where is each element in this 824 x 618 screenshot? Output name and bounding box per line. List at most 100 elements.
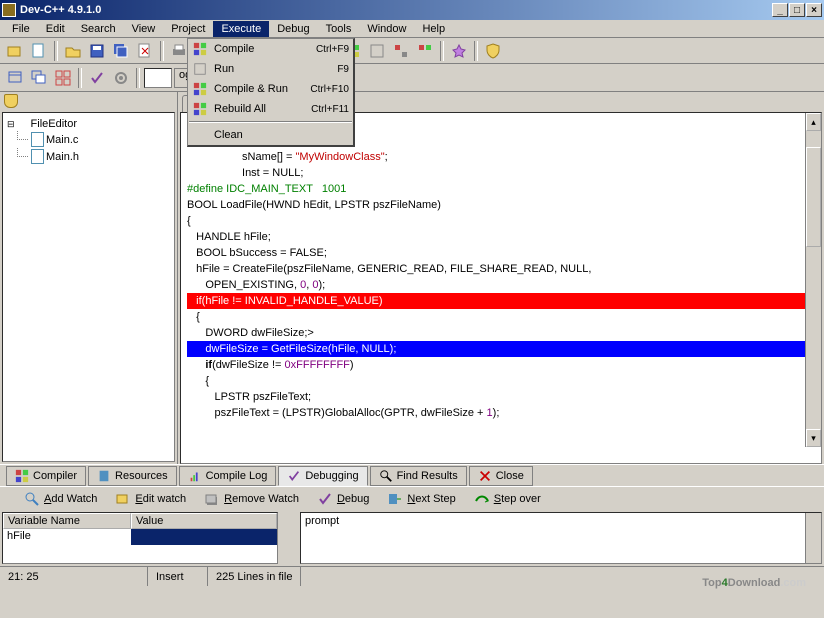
tree-file[interactable]: Main.c	[7, 131, 170, 148]
debug-btn-icon	[24, 491, 40, 507]
menu-debug[interactable]: Debug	[269, 21, 317, 37]
watermark: Top4Download.com	[702, 566, 806, 592]
watch-header-value[interactable]: Value	[131, 513, 277, 529]
tree-root[interactable]: FileEditor	[7, 117, 170, 131]
code-line: if(hFile != INVALID_HANDLE_VALUE)	[187, 293, 815, 309]
menuitem-compile[interactable]: CompileCtrl+F9	[188, 39, 353, 59]
goto-input[interactable]	[144, 68, 172, 88]
tab-icon	[188, 469, 202, 483]
menu-help[interactable]: Help	[414, 21, 453, 37]
code-line: BOOL bSuccess = FALSE;	[187, 245, 815, 261]
bottom-tab-compile-log[interactable]: Compile Log	[179, 466, 277, 486]
tab-icon	[97, 469, 111, 483]
tile-icon[interactable]	[52, 67, 74, 89]
debug-debug-button[interactable]: Debug	[313, 489, 373, 509]
shield-small-icon	[4, 94, 18, 108]
watch-table[interactable]: Variable Name Value hFile	[2, 512, 278, 564]
menuitem-clean[interactable]: Clean	[188, 125, 353, 145]
menu-view[interactable]: View	[124, 21, 164, 37]
menu-search[interactable]: Search	[73, 21, 124, 37]
bottom-tab-compiler[interactable]: Compiler	[6, 466, 86, 486]
sidebar: FileEditor Main.cMain.h	[0, 92, 178, 464]
windows-icon[interactable]	[28, 67, 50, 89]
menu-project[interactable]: Project	[163, 21, 213, 37]
prompt-scrollbar[interactable]	[805, 513, 821, 563]
code-line: {	[187, 309, 815, 325]
debug-next-step-button[interactable]: Next Step	[383, 489, 459, 509]
rebuild-icon[interactable]	[414, 40, 436, 62]
debug-icon[interactable]	[448, 40, 470, 62]
prompt-box[interactable]: prompt	[300, 512, 822, 564]
menu-execute[interactable]: Execute	[213, 21, 269, 37]
rebuild-icon	[192, 101, 208, 117]
close-button[interactable]: ×	[806, 3, 822, 17]
debug-remove-watch-button[interactable]: Remove Watch	[200, 489, 303, 509]
save-icon[interactable]	[86, 40, 108, 62]
menuitem-run[interactable]: RunF9	[188, 59, 353, 79]
close-file-icon[interactable]	[134, 40, 156, 62]
run-icon[interactable]	[366, 40, 388, 62]
code-line: HANDLE hFile;	[187, 229, 815, 245]
code-line: OPEN_EXISTING, 0, 0);	[187, 277, 815, 293]
code-line: if(dwFileSize != 0xFFFFFFFF)	[187, 357, 815, 373]
debug-btn-icon	[387, 491, 403, 507]
menuitem-compile-run[interactable]: Compile & RunCtrl+F10	[188, 79, 353, 99]
debug-btn-icon	[204, 491, 220, 507]
watch-row[interactable]: hFile	[3, 529, 277, 545]
file-icon	[31, 132, 44, 147]
menubar: FileEditSearchViewProjectExecuteDebugToo…	[0, 20, 824, 38]
code-line: {	[187, 373, 815, 389]
toolbar-secondary: oggle Goto	[0, 64, 824, 92]
debug-toolbar: Add Watch Edit watch Remove Watch Debug Next…	[0, 486, 824, 510]
code-line: sName[] = "MyWindowClass";	[187, 149, 815, 165]
code-line: BOOL LoadFile(HWND hEdit, LPSTR pszFileN…	[187, 197, 815, 213]
menu-file[interactable]: File	[4, 21, 38, 37]
statusbar: 21: 25 Insert 225 Lines in file	[0, 566, 824, 586]
minimize-button[interactable]: _	[772, 3, 788, 17]
tab-icon	[379, 469, 393, 483]
run-icon	[192, 61, 208, 77]
grid-icon	[192, 41, 208, 57]
shield-icon[interactable]	[482, 40, 504, 62]
file-icon	[31, 149, 44, 164]
debug-add-watch-button[interactable]: Add Watch	[20, 489, 101, 509]
debug-step-over-button[interactable]: Step over	[470, 489, 545, 509]
tree-file[interactable]: Main.h	[7, 148, 170, 165]
status-lines: 225 Lines in file	[208, 567, 301, 586]
new-folder-icon[interactable]	[4, 40, 26, 62]
debug-btn-icon	[115, 491, 131, 507]
menuitem-rebuild-all[interactable]: Rebuild AllCtrl+F11	[188, 99, 353, 119]
bottom-tabstrip: CompilerResourcesCompile LogDebuggingFin…	[0, 464, 824, 486]
menu-tools[interactable]: Tools	[318, 21, 360, 37]
sidebar-header[interactable]	[0, 92, 177, 110]
code-line: DWORD dwFileSize;>	[187, 325, 815, 341]
save-all-icon[interactable]	[110, 40, 132, 62]
file-tree[interactable]: FileEditor Main.cMain.h	[2, 112, 175, 462]
bottom-tab-debugging[interactable]: Debugging	[278, 466, 367, 486]
maximize-button[interactable]: □	[789, 3, 805, 17]
cog-icon[interactable]	[110, 67, 132, 89]
tab-icon	[15, 469, 29, 483]
bottom-tab-resources[interactable]: Resources	[88, 466, 177, 486]
-icon	[192, 127, 208, 143]
watch-header-variable[interactable]: Variable Name	[3, 513, 131, 529]
menu-edit[interactable]: Edit	[38, 21, 73, 37]
vertical-scrollbar[interactable]	[805, 113, 821, 447]
app-icon	[2, 3, 16, 17]
open-icon[interactable]	[62, 40, 84, 62]
debug-edit-watch-button[interactable]: Edit watch	[111, 489, 190, 509]
code-editor[interactable]: sName[] = "MyWindowClass"; Inst = NULL;#…	[180, 112, 822, 464]
project-icon	[17, 118, 29, 130]
gridrun-icon	[192, 81, 208, 97]
bottom-tab-close[interactable]: Close	[469, 466, 533, 486]
menu-window[interactable]: Window	[359, 21, 414, 37]
bottom-tab-find-results[interactable]: Find Results	[370, 466, 467, 486]
window-icon[interactable]	[4, 67, 26, 89]
new-file-icon[interactable]	[28, 40, 50, 62]
status-position: 21: 25	[0, 567, 148, 586]
compile-run-icon[interactable]	[390, 40, 412, 62]
code-line: pszFileText = (LPSTR)GlobalAlloc(GPTR, d…	[187, 405, 815, 421]
titlebar: Dev-C++ 4.9.1.0 _ □ ×	[0, 0, 824, 20]
status-mode: Insert	[148, 567, 208, 586]
check-icon[interactable]	[86, 67, 108, 89]
